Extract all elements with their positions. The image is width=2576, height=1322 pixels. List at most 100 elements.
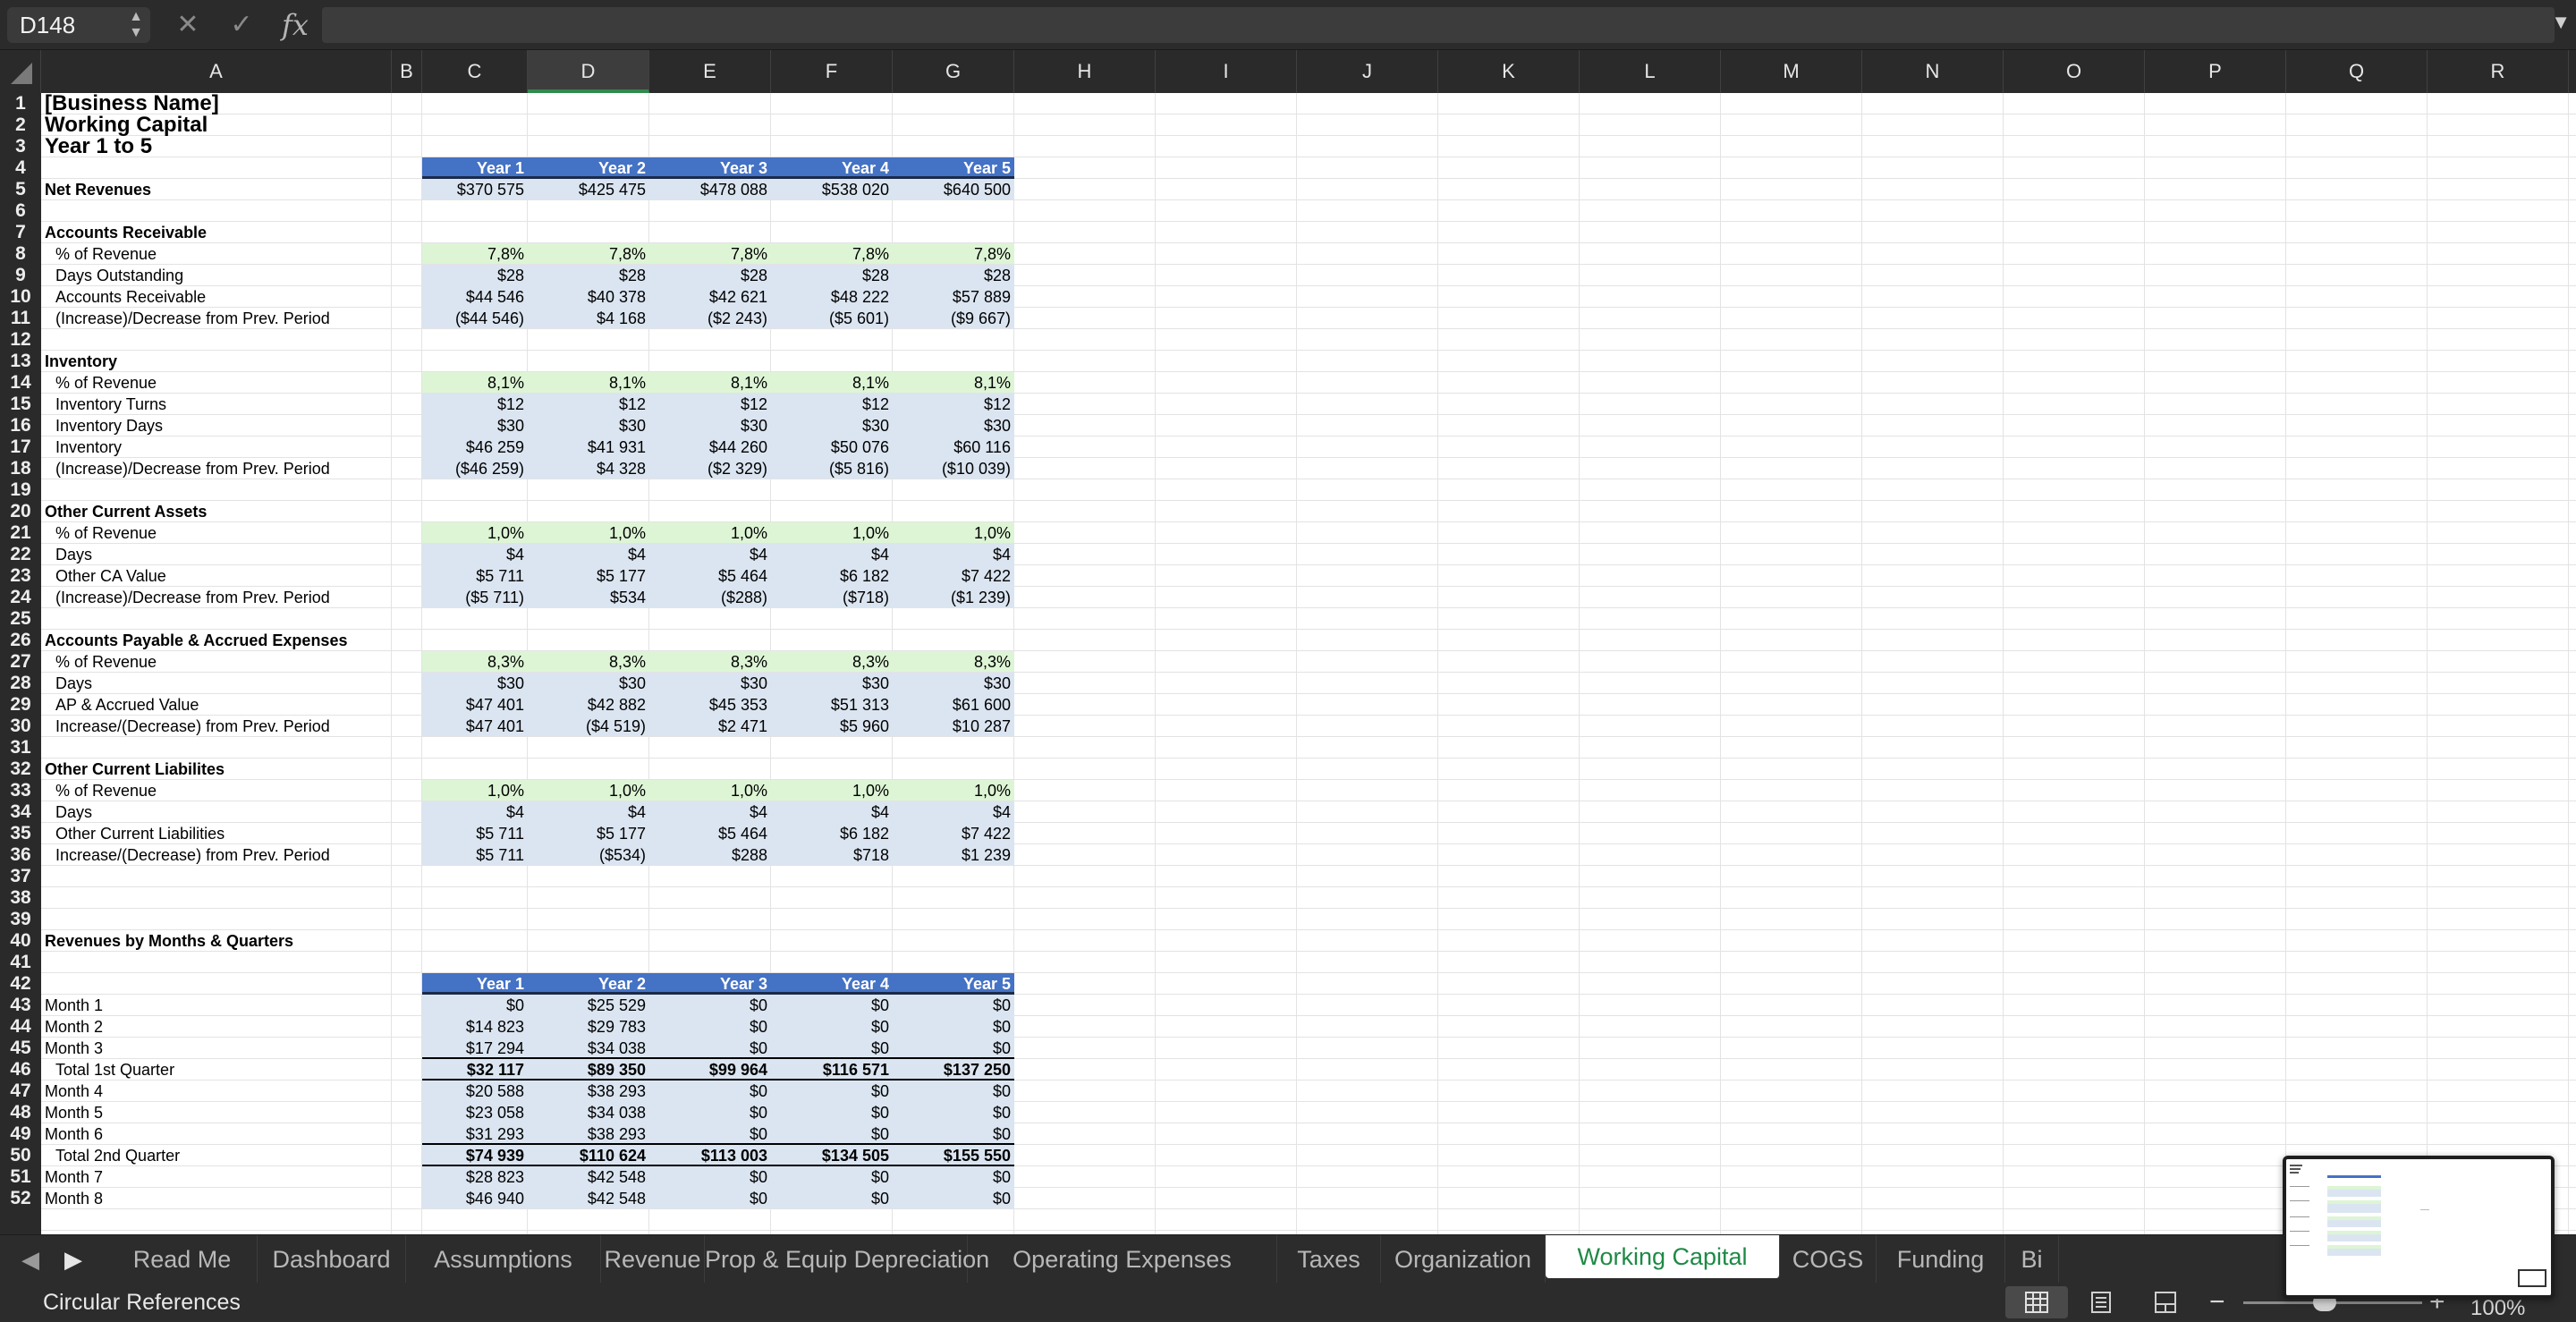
value-cell[interactable]: $6 182: [771, 565, 893, 587]
value-cell[interactable]: $0: [893, 1123, 1014, 1145]
next-sheet-icon[interactable]: ▶: [55, 1235, 91, 1284]
row-label[interactable]: Days: [45, 544, 92, 565]
sheet-tab-prop-equip-depreciation[interactable]: Prop & Equip Depreciation: [705, 1235, 989, 1284]
row-header[interactable]: 30: [0, 716, 41, 737]
value-cell[interactable]: $370 575: [422, 179, 528, 200]
value-cell[interactable]: $0: [649, 995, 771, 1016]
value-cell[interactable]: $4: [771, 801, 893, 823]
value-cell[interactable]: 1,0%: [528, 780, 649, 801]
value-cell[interactable]: $42 882: [528, 694, 649, 716]
value-cell[interactable]: $7 422: [893, 823, 1014, 844]
status-text[interactable]: Circular References: [43, 1283, 241, 1322]
year-header[interactable]: Year 4: [771, 973, 893, 995]
month-label[interactable]: Month 5: [45, 1102, 103, 1123]
value-cell[interactable]: $30: [528, 415, 649, 436]
value-cell[interactable]: $41 931: [528, 436, 649, 458]
column-header-a[interactable]: A: [41, 50, 392, 93]
row-header[interactable]: 38: [0, 887, 41, 909]
value-cell[interactable]: ($10 039): [893, 458, 1014, 479]
value-cell[interactable]: $0: [893, 1188, 1014, 1209]
value-cell[interactable]: $40 378: [528, 286, 649, 308]
value-cell[interactable]: $10 287: [893, 716, 1014, 737]
column-header-r[interactable]: R: [2428, 50, 2569, 93]
value-cell[interactable]: ($2 243): [649, 308, 771, 329]
value-cell[interactable]: $640 500: [893, 179, 1014, 200]
value-cell[interactable]: 8,3%: [422, 651, 528, 673]
row-header[interactable]: 42: [0, 973, 41, 995]
column-header-k[interactable]: K: [1438, 50, 1580, 93]
column-header-p[interactable]: P: [2145, 50, 2286, 93]
year-header[interactable]: Year 1: [422, 973, 528, 995]
value-cell[interactable]: ($4 519): [528, 716, 649, 737]
value-cell[interactable]: 8,1%: [893, 372, 1014, 394]
value-cell[interactable]: $4: [893, 544, 1014, 565]
value-cell[interactable]: $28: [422, 265, 528, 286]
value-cell[interactable]: $0: [771, 1188, 893, 1209]
row-header[interactable]: 14: [0, 372, 41, 394]
value-cell[interactable]: $4: [893, 801, 1014, 823]
row-header[interactable]: 43: [0, 995, 41, 1016]
row-header[interactable]: 6: [0, 200, 41, 222]
value-cell[interactable]: $46 259: [422, 436, 528, 458]
row-label[interactable]: Other CA Value: [45, 565, 166, 587]
value-cell[interactable]: 1,0%: [893, 780, 1014, 801]
expand-formula-bar-icon[interactable]: ▼: [2551, 11, 2571, 34]
value-cell[interactable]: $4: [422, 544, 528, 565]
value-cell[interactable]: $12: [649, 394, 771, 415]
value-cell[interactable]: $28 823: [422, 1166, 528, 1188]
value-cell[interactable]: $718: [771, 844, 893, 866]
page-break-view-button[interactable]: [2134, 1286, 2197, 1318]
value-cell[interactable]: $48 222: [771, 286, 893, 308]
value-cell[interactable]: $0: [893, 1102, 1014, 1123]
row-label[interactable]: Days: [45, 801, 92, 823]
value-cell[interactable]: ($9 667): [893, 308, 1014, 329]
row-header[interactable]: 29: [0, 694, 41, 716]
month-label[interactable]: Month 7: [45, 1166, 103, 1188]
value-cell[interactable]: ($718): [771, 587, 893, 608]
row-label[interactable]: (Increase)/Decrease from Prev. Period: [45, 458, 330, 479]
row-header[interactable]: 24: [0, 587, 41, 608]
column-header-q[interactable]: Q: [2286, 50, 2428, 93]
value-cell[interactable]: $6 182: [771, 823, 893, 844]
value-cell[interactable]: $0: [649, 1123, 771, 1145]
row-label[interactable]: % of Revenue: [45, 243, 157, 265]
value-cell[interactable]: $34 038: [528, 1038, 649, 1059]
column-header-l[interactable]: L: [1580, 50, 1721, 93]
row-label[interactable]: Inventory: [45, 436, 122, 458]
value-cell[interactable]: 1,0%: [771, 780, 893, 801]
month-label[interactable]: Month 1: [45, 995, 103, 1016]
column-header-m[interactable]: M: [1721, 50, 1862, 93]
row-header[interactable]: 7: [0, 222, 41, 243]
row-label[interactable]: Other Current Liabilities: [45, 823, 225, 844]
column-header-e[interactable]: E: [649, 50, 771, 93]
value-cell[interactable]: $5 464: [649, 565, 771, 587]
value-cell[interactable]: ($5 816): [771, 458, 893, 479]
row-header[interactable]: 37: [0, 866, 41, 887]
sheet-tab-revenue[interactable]: Revenue: [601, 1235, 705, 1284]
value-cell[interactable]: $0: [771, 995, 893, 1016]
value-cell[interactable]: $0: [893, 1080, 1014, 1102]
value-cell[interactable]: $534: [528, 587, 649, 608]
sheet-tab-assumptions[interactable]: Assumptions: [406, 1235, 601, 1284]
value-cell[interactable]: $113 003: [649, 1145, 771, 1166]
section-title[interactable]: Other Current Assets: [45, 501, 207, 522]
value-cell[interactable]: $30: [771, 415, 893, 436]
value-cell[interactable]: $34 038: [528, 1102, 649, 1123]
value-cell[interactable]: 7,8%: [771, 243, 893, 265]
cell-grid[interactable]: [Business Name] Working Capital Year 1 to …: [41, 93, 2576, 1234]
row-header[interactable]: 1: [0, 93, 41, 114]
value-cell[interactable]: $28: [528, 265, 649, 286]
value-cell[interactable]: $0: [771, 1166, 893, 1188]
value-cell[interactable]: 8,1%: [422, 372, 528, 394]
value-cell[interactable]: $288: [649, 844, 771, 866]
value-cell[interactable]: $4 168: [528, 308, 649, 329]
value-cell[interactable]: $4: [771, 544, 893, 565]
value-cell[interactable]: $0: [649, 1016, 771, 1038]
row-header[interactable]: 13: [0, 351, 41, 372]
month-label[interactable]: Month 4: [45, 1080, 103, 1102]
value-cell[interactable]: 1,0%: [422, 522, 528, 544]
zoom-level[interactable]: 100%: [2470, 1295, 2525, 1322]
value-cell[interactable]: $0: [771, 1102, 893, 1123]
row-header[interactable]: 52: [0, 1188, 41, 1209]
value-cell[interactable]: $47 401: [422, 694, 528, 716]
